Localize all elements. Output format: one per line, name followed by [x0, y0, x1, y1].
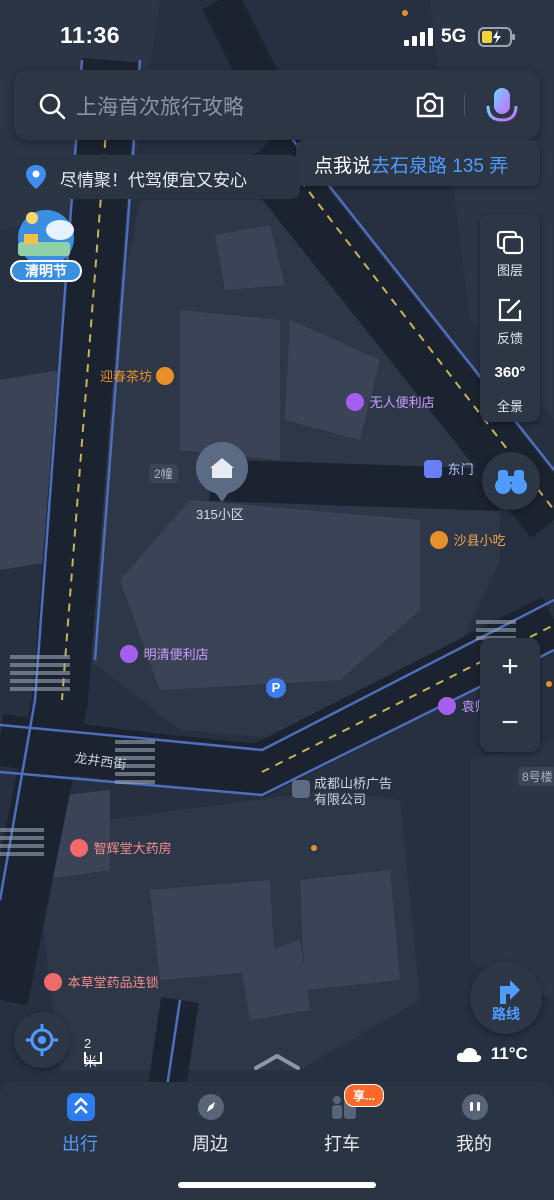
- temperature: 11°C: [490, 1044, 528, 1063]
- promo-banner[interactable]: 尽情聚！代驾便宜又安心: [14, 155, 300, 199]
- camera-icon[interactable]: [414, 90, 446, 120]
- parking-icon: P: [266, 678, 286, 698]
- poi-east-gate[interactable]: 东门: [424, 459, 474, 478]
- compass-icon: [198, 1094, 224, 1120]
- poi-315-community[interactable]: 315小区: [196, 504, 244, 523]
- crosshair-location-icon: [26, 1024, 58, 1056]
- poi-shaxian-snack[interactable]: 沙县小吃: [430, 530, 506, 549]
- pill-icon: [44, 972, 62, 991]
- status-bar: 11:36 5G: [0, 0, 554, 70]
- poi-chengdu-company[interactable]: 成都山桥广告有限公司: [292, 776, 402, 808]
- network-type: 5G: [441, 26, 467, 47]
- cellular-signal-icon: [404, 28, 433, 46]
- voice-tip-destination: 去石泉路 135 弄: [371, 156, 509, 177]
- layers-button[interactable]: 图层: [480, 218, 540, 286]
- poi-tea-house[interactable]: 迎春茶坊: [100, 366, 176, 385]
- route-button[interactable]: 路线: [470, 962, 542, 1034]
- poi-building-8: 8号楼: [518, 767, 554, 786]
- panorama-360-icon: 360°: [494, 364, 526, 381]
- battery-charging-icon: [478, 27, 515, 47]
- location-pin-icon: [26, 165, 46, 189]
- poi-zhihuitang-pharmacy[interactable]: 智辉堂大药房: [70, 838, 172, 857]
- pill-icon: [70, 838, 88, 857]
- cloud-icon: [456, 1047, 482, 1062]
- tab-profile[interactable]: 我的: [424, 1092, 524, 1162]
- taxi-promo-badge: 享...: [344, 1084, 385, 1107]
- tab-travel[interactable]: 出行: [30, 1092, 130, 1162]
- search-divider: [464, 94, 465, 116]
- zoom-in-button[interactable]: +: [480, 640, 540, 696]
- poi-mingqing-store[interactable]: 明清便利店: [120, 644, 209, 663]
- microphone-icon[interactable]: [484, 84, 520, 130]
- voice-tip-prefix: 点我说: [314, 156, 372, 177]
- my-location-button[interactable]: [14, 1012, 70, 1068]
- fork-knife-icon: [430, 530, 448, 549]
- zoom-control: + −: [480, 638, 540, 752]
- search-bar[interactable]: 上海首次旅行攻略: [14, 70, 540, 140]
- feedback-icon: [498, 298, 522, 322]
- status-time: 11:36: [60, 22, 121, 48]
- office-building-icon: [292, 780, 310, 798]
- poi-unmanned-store[interactable]: 无人便利店: [346, 392, 435, 411]
- qingming-festival-badge[interactable]: 清明节: [10, 206, 84, 282]
- coffee-cup-icon: [155, 366, 174, 385]
- feedback-button[interactable]: 反馈: [480, 286, 540, 354]
- search-icon: [39, 93, 66, 120]
- scale-bar: [84, 1052, 102, 1064]
- layers-icon: [496, 230, 524, 255]
- shopping-cart-icon: [346, 392, 364, 411]
- zoom-out-button[interactable]: −: [480, 696, 540, 752]
- food-icon: [438, 696, 456, 715]
- chevron-up-icon[interactable]: [252, 1052, 302, 1072]
- street-view-button[interactable]: [482, 452, 540, 510]
- binoculars-icon: [495, 470, 527, 494]
- panorama-button[interactable]: 360° 全景: [480, 354, 540, 422]
- promo-text: 尽情聚！代驾便宜又安心: [60, 171, 247, 190]
- profile-icon: [462, 1094, 488, 1120]
- tab-nearby[interactable]: 周边: [160, 1092, 260, 1162]
- home-indicator[interactable]: [178, 1182, 376, 1188]
- festival-label: 清明节: [10, 260, 82, 282]
- gate-icon: [424, 459, 442, 478]
- search-input[interactable]: 上海首次旅行攻略: [76, 91, 244, 121]
- poi-building-2: 2幢: [149, 464, 178, 483]
- shopping-cart-icon: [120, 644, 138, 663]
- travel-icon: [67, 1093, 95, 1121]
- voice-suggestion-tip[interactable]: 点我说去石泉路 135 弄: [296, 140, 540, 186]
- map-tools-panel: 图层 反馈 360° 全景: [480, 214, 540, 422]
- poi-bencaotang-pharmacy[interactable]: 本草堂药品连锁: [44, 972, 159, 991]
- weather-widget[interactable]: 11°C: [456, 1044, 528, 1064]
- festival-scene-icon: [18, 210, 74, 266]
- poi-parking[interactable]: P: [266, 678, 288, 698]
